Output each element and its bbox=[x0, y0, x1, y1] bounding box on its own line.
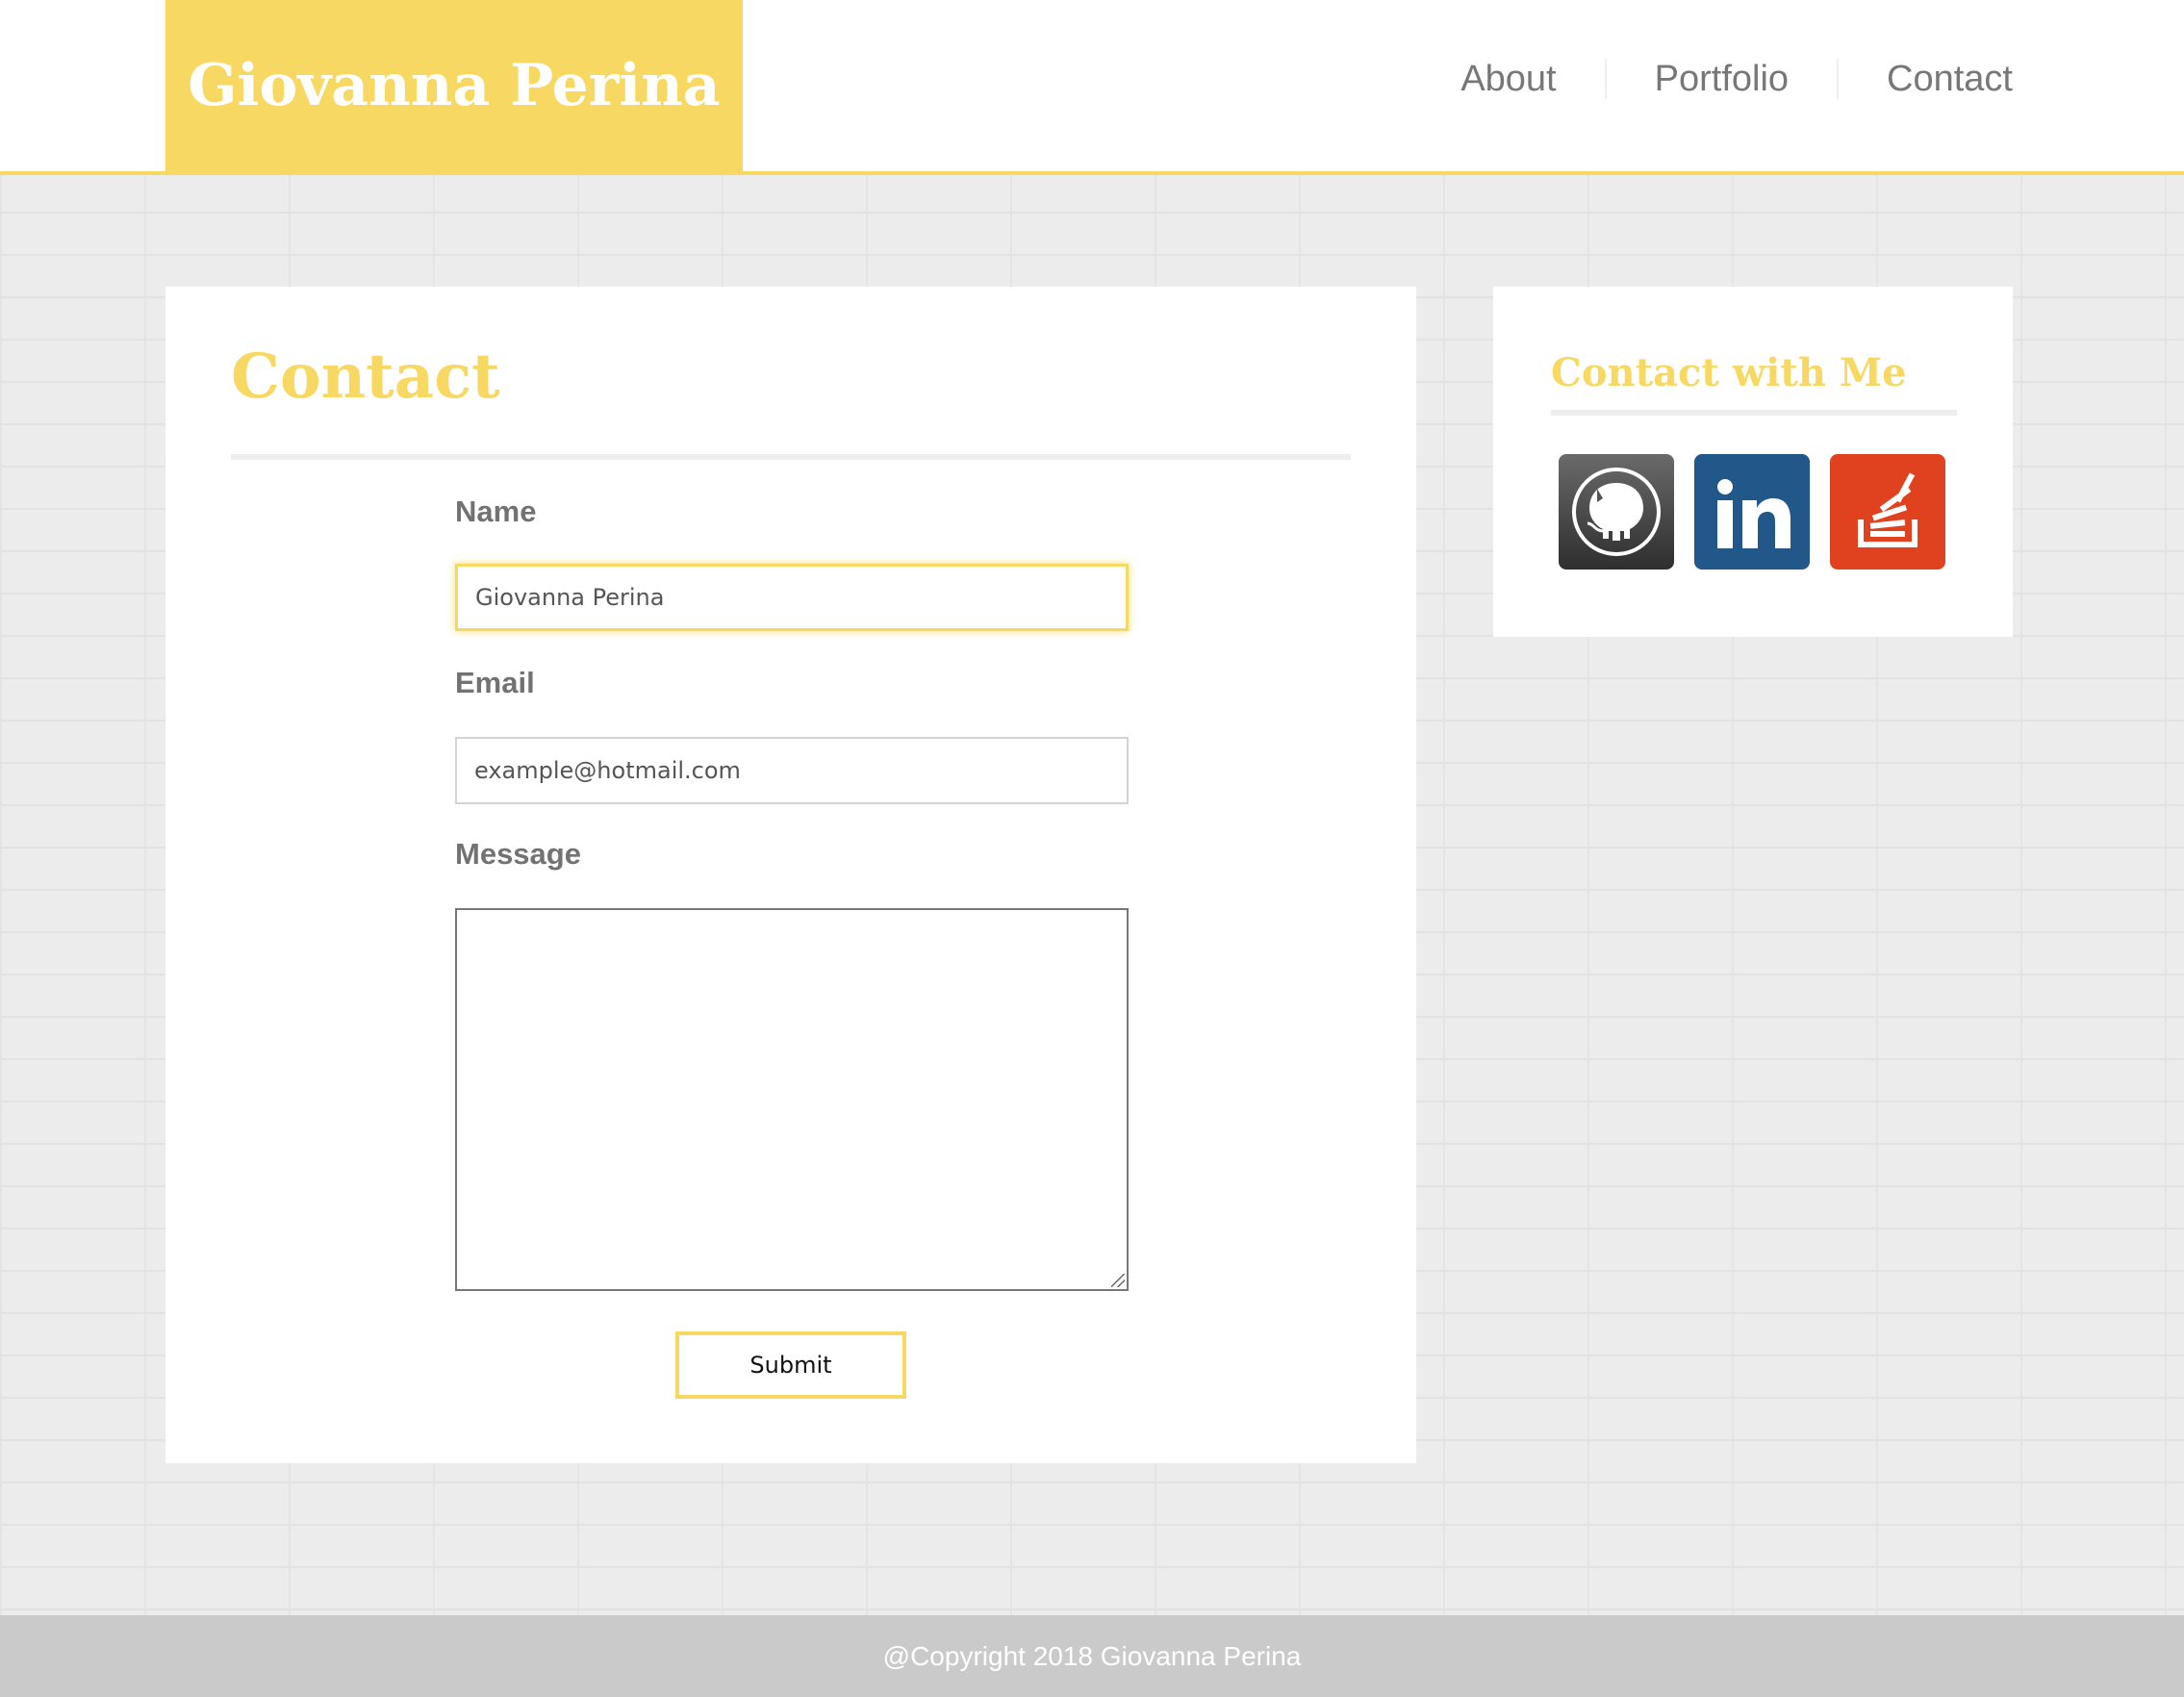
copyright-text: @Copyright 2018 Giovanna Perina bbox=[882, 1640, 1302, 1671]
brand-logo[interactable]: Giovanna Perina bbox=[165, 0, 743, 171]
social-panel: Contact with Me bbox=[1493, 287, 2013, 637]
name-field-value: Giovanna Perina bbox=[475, 584, 665, 611]
title-divider bbox=[231, 454, 1351, 460]
nav-contact-link[interactable]: Contact bbox=[1839, 58, 2013, 100]
name-label: Name bbox=[455, 494, 537, 528]
contact-panel: Contact Name Giovanna Perina Email examp… bbox=[165, 287, 1416, 1463]
name-field[interactable]: Giovanna Perina bbox=[455, 564, 1129, 631]
email-field-placeholder: example@hotmail.com bbox=[474, 757, 741, 784]
email-field[interactable]: example@hotmail.com bbox=[455, 737, 1129, 804]
brand-name[interactable]: Giovanna Perina bbox=[188, 52, 720, 119]
stackoverflow-icon bbox=[1858, 472, 1917, 547]
sidebar-divider bbox=[1551, 410, 1957, 416]
nav-portfolio-link[interactable]: Portfolio bbox=[1607, 58, 1837, 100]
message-textarea[interactable] bbox=[455, 908, 1129, 1291]
page-title: Contact bbox=[231, 341, 500, 413]
linkedin-icon bbox=[1717, 479, 1790, 548]
sidebar-title: Contact with Me bbox=[1551, 350, 1907, 395]
site-footer: @Copyright 2018 Giovanna Perina bbox=[0, 1615, 2184, 1697]
site-header: Giovanna Perina About Portfolio Contact bbox=[0, 0, 2184, 175]
linkedin-link[interactable] bbox=[1694, 454, 1810, 570]
main-nav: About Portfolio Contact bbox=[1412, 48, 2013, 110]
github-icon bbox=[1572, 468, 1661, 556]
nav-about-link[interactable]: About bbox=[1412, 58, 1604, 100]
resize-handle-icon[interactable] bbox=[1111, 1274, 1125, 1287]
github-link[interactable] bbox=[1559, 454, 1674, 570]
message-label: Message bbox=[455, 837, 581, 871]
stackoverflow-link[interactable] bbox=[1830, 454, 1945, 570]
submit-button[interactable]: Submit bbox=[675, 1331, 906, 1399]
email-label: Email bbox=[455, 666, 535, 699]
